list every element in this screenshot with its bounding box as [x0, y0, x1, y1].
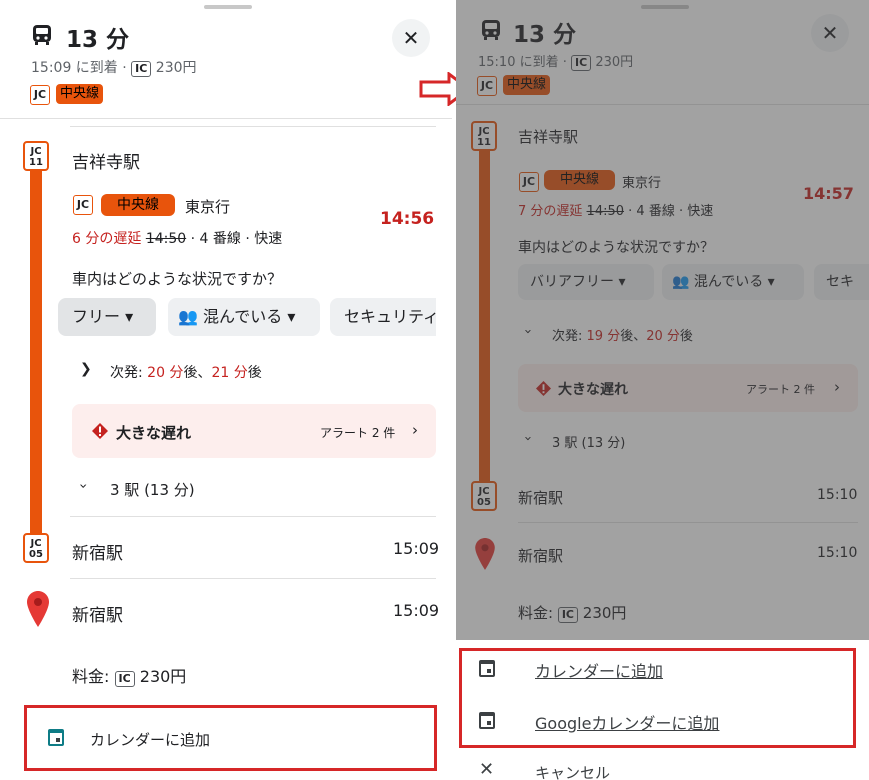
add-to-calendar-button[interactable]: カレンダーに追加: [90, 729, 210, 750]
line-name-badge: 中央線: [56, 84, 104, 104]
station-code-line: JC: [30, 538, 42, 549]
close-icon: ✕: [402, 26, 420, 50]
stops-count[interactable]: 3 駅 (13 分): [110, 479, 195, 500]
calendar-shape: [479, 660, 495, 677]
fare-row: 料金: IC 230円: [72, 663, 186, 687]
calendar-icon: [477, 710, 499, 732]
chip-label: 混んでいる: [203, 307, 283, 326]
chip-accessibility[interactable]: フリー ▾: [58, 298, 156, 336]
next-sep: 後、: [183, 365, 212, 381]
calendar-shape: [479, 712, 495, 729]
arrival-summary: 15:09 に到着 · IC 230円: [31, 57, 197, 77]
action-menu: カレンダーに追加 Googleカレンダーに追加 ✕ キャンセル: [456, 640, 869, 780]
modal-scrim[interactable]: [456, 0, 869, 640]
left-route-panel: 13 分 ✕ 15:09 に到着 · IC 230円 JC 中央線 JC 11 …: [0, 0, 452, 780]
station-code-badge: JC 11: [23, 141, 49, 171]
station-code-number: 11: [29, 157, 43, 168]
train-icon: [33, 25, 51, 45]
arrival-time: 15:09 に到着 ·: [31, 60, 127, 76]
fare-label: 料金:: [72, 667, 110, 686]
trip-duration: 13 分: [66, 27, 130, 53]
final-time: 15:09: [393, 601, 440, 620]
line-code-badge: JC: [30, 85, 50, 105]
alert-title: 大きな遅れ: [116, 424, 192, 442]
menu-add-to-google-calendar[interactable]: Googleカレンダーに追加: [535, 710, 719, 734]
divider: [70, 516, 436, 517]
drag-handle[interactable]: [204, 5, 252, 9]
people-icon: 👥: [178, 307, 198, 326]
chevron-down-icon[interactable]: ›: [75, 483, 91, 489]
menu-add-to-calendar[interactable]: カレンダーに追加: [535, 658, 663, 682]
station-code-badge: JC 05: [23, 533, 49, 563]
dropdown-icon: ▾: [287, 307, 296, 326]
header-divider: [0, 118, 452, 119]
chevron-down-icon[interactable]: ❯: [80, 361, 92, 377]
service-destination: 東京行: [185, 198, 231, 216]
service-line-code: JC: [73, 195, 93, 215]
calendar-shape: [48, 729, 64, 746]
next-suffix: 後: [247, 365, 262, 381]
location-pin-icon: [27, 591, 49, 627]
chip-label: フリー: [72, 307, 121, 326]
service-line-name: 中央線: [101, 194, 175, 216]
ic-card-badge: IC: [131, 61, 152, 77]
chip-security[interactable]: セキュリティ: [330, 298, 436, 336]
crowd-question: 車内はどのような状況ですか？: [72, 270, 283, 288]
destination-station[interactable]: 新宿駅: [72, 539, 123, 564]
arrival-time: 15:09: [393, 539, 440, 558]
menu-cancel[interactable]: キャンセル: [535, 762, 610, 780]
scheduled-time: 14:50: [145, 231, 187, 247]
fare-amount: 230円: [139, 667, 187, 686]
divider: [70, 578, 436, 579]
fare-amount: 230円: [155, 60, 197, 76]
next-departures[interactable]: 次発: 20 分後、21 分後: [110, 362, 262, 382]
highlight-frame: [24, 705, 437, 771]
chip-label: セキュリティ: [344, 307, 436, 326]
delay-info: 6 分の遅延 14:50 · 4 番線 · 快速: [72, 228, 282, 248]
close-button[interactable]: ✕: [392, 19, 430, 57]
next-b: 21 分: [211, 365, 248, 381]
delay-alert[interactable]: 大きな遅れ アラート 2 件 ›: [72, 404, 436, 458]
warning-icon: [92, 423, 108, 439]
calendar-icon: [46, 727, 68, 749]
chevron-right-icon: ›: [412, 421, 418, 439]
departure-time: 14:56: [380, 209, 435, 229]
ic-card-badge: IC: [114, 671, 135, 687]
platform-details: · 4 番線 · 快速: [190, 231, 283, 247]
station-code-line: JC: [30, 146, 42, 157]
alert-count: アラート 2 件: [320, 426, 396, 440]
divider: [70, 126, 436, 127]
final-destination[interactable]: 新宿駅: [72, 601, 123, 626]
calendar-icon: [477, 658, 499, 680]
close-icon: ✕: [479, 759, 495, 780]
dropdown-icon: ▾: [125, 307, 134, 326]
route-line: [30, 160, 42, 545]
next-label: 次発:: [110, 365, 143, 381]
right-route-panel: 13 分 ✕ 15:10 に到着 · IC 230円 JC 中央線 JC 11 …: [456, 0, 869, 780]
chip-crowded[interactable]: 👥 混んでいる ▾: [168, 298, 320, 336]
delay-text: 6 分の遅延: [72, 231, 142, 247]
station-code-number: 05: [29, 549, 43, 560]
origin-station[interactable]: 吉祥寺駅: [72, 148, 140, 173]
next-a: 20 分: [147, 365, 184, 381]
